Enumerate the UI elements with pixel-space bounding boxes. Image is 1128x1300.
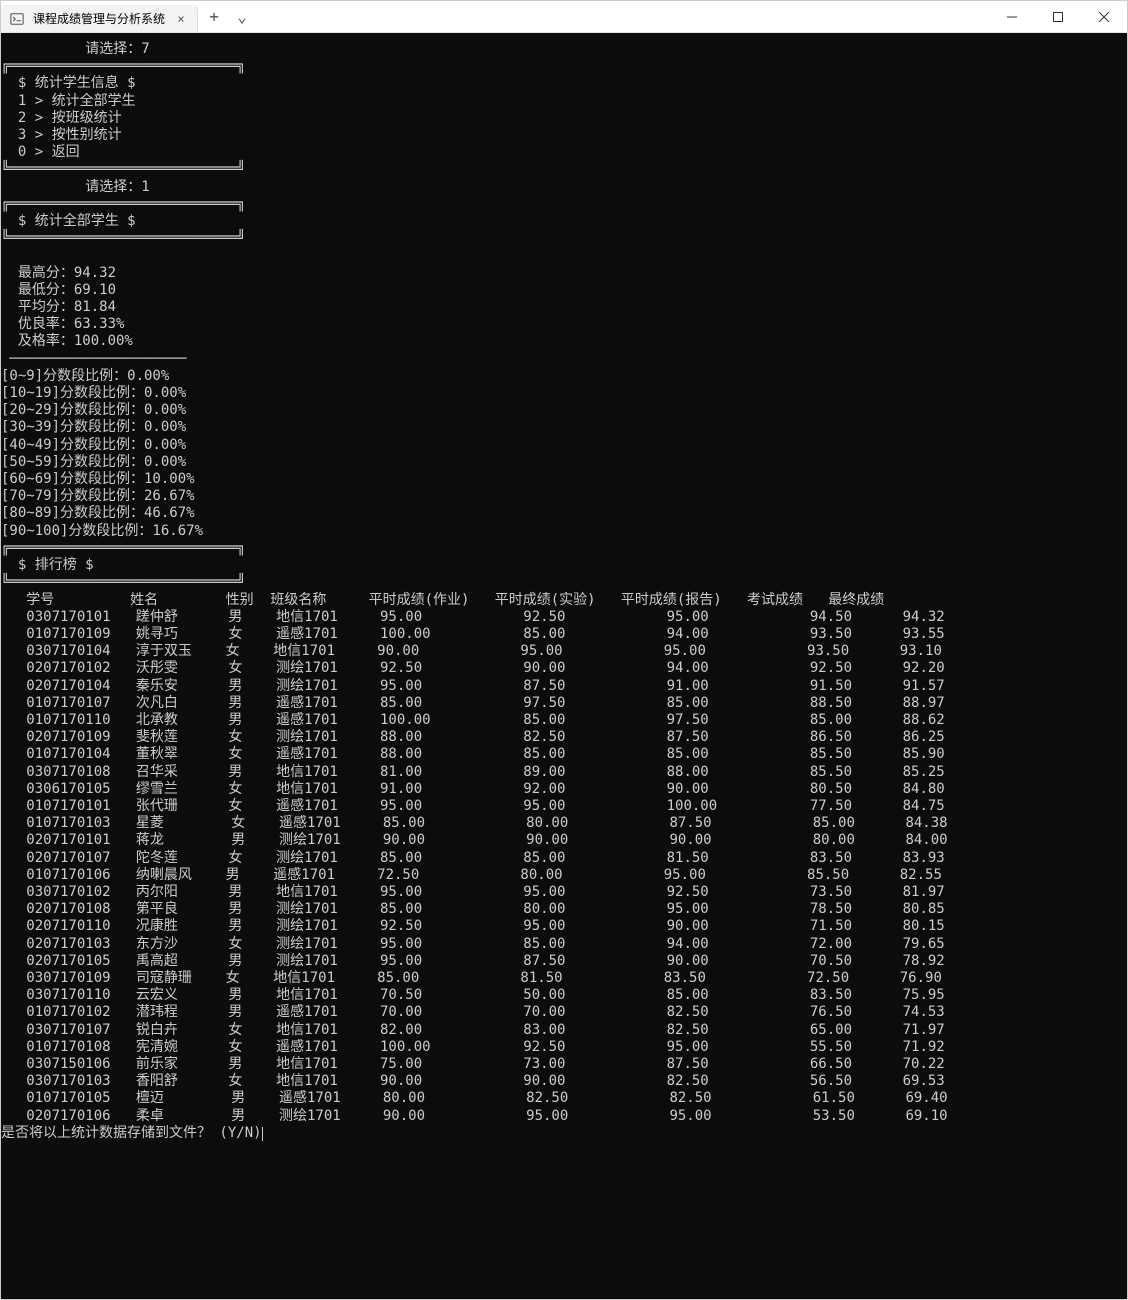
window: 课程成绩管理与分析系统 × + ⌄ 请选择：7 ╔═══════════════…	[0, 0, 1128, 1300]
titlebar-drag-area[interactable]	[254, 1, 989, 32]
close-button[interactable]	[1081, 1, 1127, 33]
window-controls	[989, 1, 1127, 32]
tab-close-button[interactable]: ×	[173, 11, 189, 27]
terminal-area[interactable]: 请选择：7 ╔═══════════════════════════╗ $ 统计…	[1, 33, 1127, 1299]
tab-title: 课程成绩管理与分析系统	[33, 10, 165, 27]
tab-active[interactable]: 课程成绩管理与分析系统 ×	[1, 5, 198, 32]
minimize-button[interactable]	[989, 1, 1035, 33]
titlebar: 课程成绩管理与分析系统 × + ⌄	[1, 1, 1127, 33]
tab-add-button[interactable]: +	[198, 1, 230, 32]
tab-dropdown-button[interactable]: ⌄	[230, 1, 254, 32]
maximize-button[interactable]	[1035, 1, 1081, 33]
terminal-icon	[9, 11, 25, 27]
